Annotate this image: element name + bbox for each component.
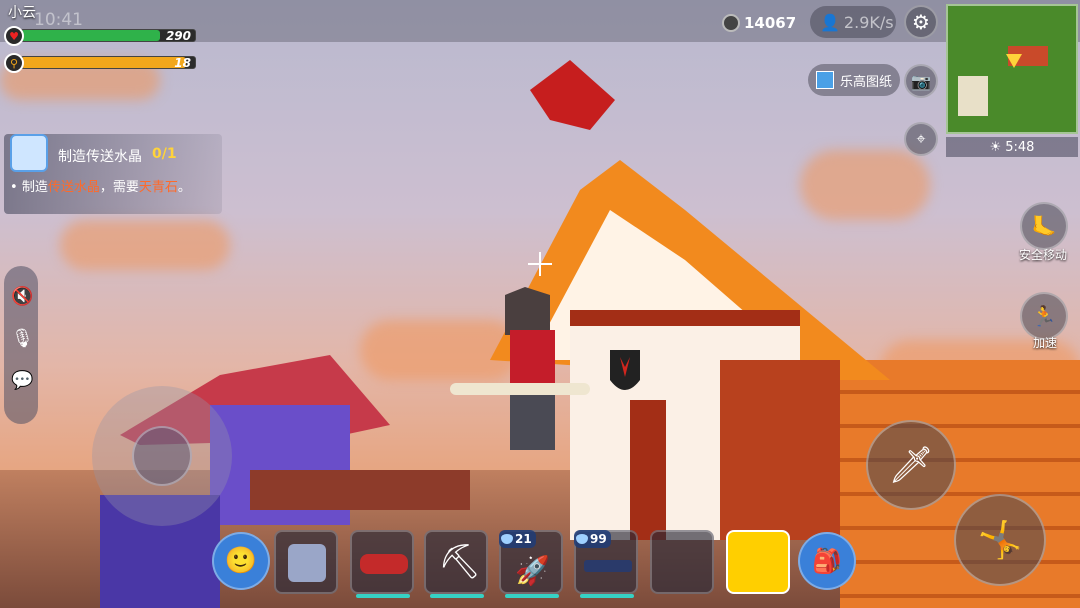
coin-counter: 14067 [722,14,796,32]
settings-button[interactable]: ⚙ [904,5,938,39]
friends-button[interactable]: 👤 2.9K/s [810,6,896,38]
item-count-badge: 99 [574,530,611,548]
hotbar-slot-5[interactable]: 99 [574,530,638,598]
safe-move-label: 安全移动 [1018,248,1067,262]
pickaxe-icon: ⛏ [438,542,482,582]
game-time: ☀ 5:48 [946,137,1078,157]
speed-up-label: 加速 [1032,336,1057,350]
backpack-icon: 🎒 [812,547,842,575]
gem-icon [501,534,513,544]
crosshair-icon [528,252,552,276]
camera-icon: 📷 [911,71,931,91]
camera-button[interactable]: 📷 [904,64,938,98]
quest-description: • 制造传送水晶，需要天青石。 [10,180,191,195]
minimap[interactable] [946,4,1078,134]
durability-bar [505,594,559,598]
quest-title: 制造传送水晶 [58,149,142,165]
hunger-value: 18 [174,56,191,70]
hotbar-slot-1[interactable] [274,530,338,594]
chat-icon[interactable]: 💬 [11,370,33,391]
hotbar-slot-4[interactable]: 21 🚀 [499,530,563,598]
attack-button[interactable]: 🗡 [866,420,956,510]
mic-mute-icon[interactable]: 🎙 [11,328,34,349]
foot-icon: 🦶 [1031,214,1057,238]
health-bar: 290 ♥ [4,26,196,46]
rocket-icon: 🚀 [515,554,550,587]
joystick[interactable] [92,386,232,526]
voice-controls: 🔇 🎙 💬 [4,266,38,424]
durability-bar [580,594,634,598]
drumstick-icon: ⚲ [4,53,24,73]
hotbar-slot-3[interactable]: ⛏ [424,530,488,598]
joystick-knob[interactable] [132,426,192,486]
sun-icon: ☀ [989,139,1002,155]
backpack-button[interactable]: 🎒 [798,532,856,590]
heart-icon: ♥ [4,26,24,46]
player-character [450,287,590,450]
minifigure-head-icon: 🙂 [224,546,258,576]
mech-claw-icon [288,544,326,582]
sword-icon: 🗡 [888,445,934,486]
gem-icon [576,534,588,544]
player-name: 小云 [8,5,36,21]
jump-icon: 🤸 [977,520,1023,561]
quest-panel[interactable]: 制造传送水晶 0/1 • 制造传送水晶，需要天青石。 [4,134,222,214]
hotbar-slot-7[interactable] [726,530,790,594]
health-fill [21,30,161,41]
speed-up-button[interactable]: 🏃 [1020,292,1068,340]
hotbar-slot-2[interactable] [350,530,414,598]
gun-icon [584,560,632,572]
person-icon: 👤 [820,12,840,32]
blueprint-icon [815,71,834,89]
speaker-mute-icon[interactable]: 🔇 [11,286,33,307]
jump-button[interactable]: 🤸 [954,494,1046,586]
running-icon: 🏃 [1031,304,1057,328]
hotbar-slot-6[interactable] [650,530,714,594]
coin-icon [722,14,740,32]
safe-move-button[interactable]: 🦶 [1020,202,1068,250]
durability-bar [430,594,484,598]
screenshot-button[interactable]: ⌖ [904,122,938,156]
health-value: 290 [165,29,191,43]
character-button[interactable]: 🙂 [212,532,270,590]
blueprint-button[interactable]: 乐高图纸 [808,64,900,96]
network-speed: 2.9K/s [843,12,894,32]
item-count-badge: 21 [499,530,536,548]
hunger-bar: 18 ⚲ [4,53,196,73]
hunger-fill [21,57,187,68]
focus-camera-icon: ⌖ [916,129,926,148]
yellow-block-icon [728,532,788,592]
quest-progress: 0/1 [152,146,177,162]
portal-crystal-icon [10,134,48,172]
red-car-icon [360,554,408,574]
player-marker-icon [1006,54,1022,68]
durability-bar [356,594,410,598]
gear-icon: ⚙ [912,10,930,34]
